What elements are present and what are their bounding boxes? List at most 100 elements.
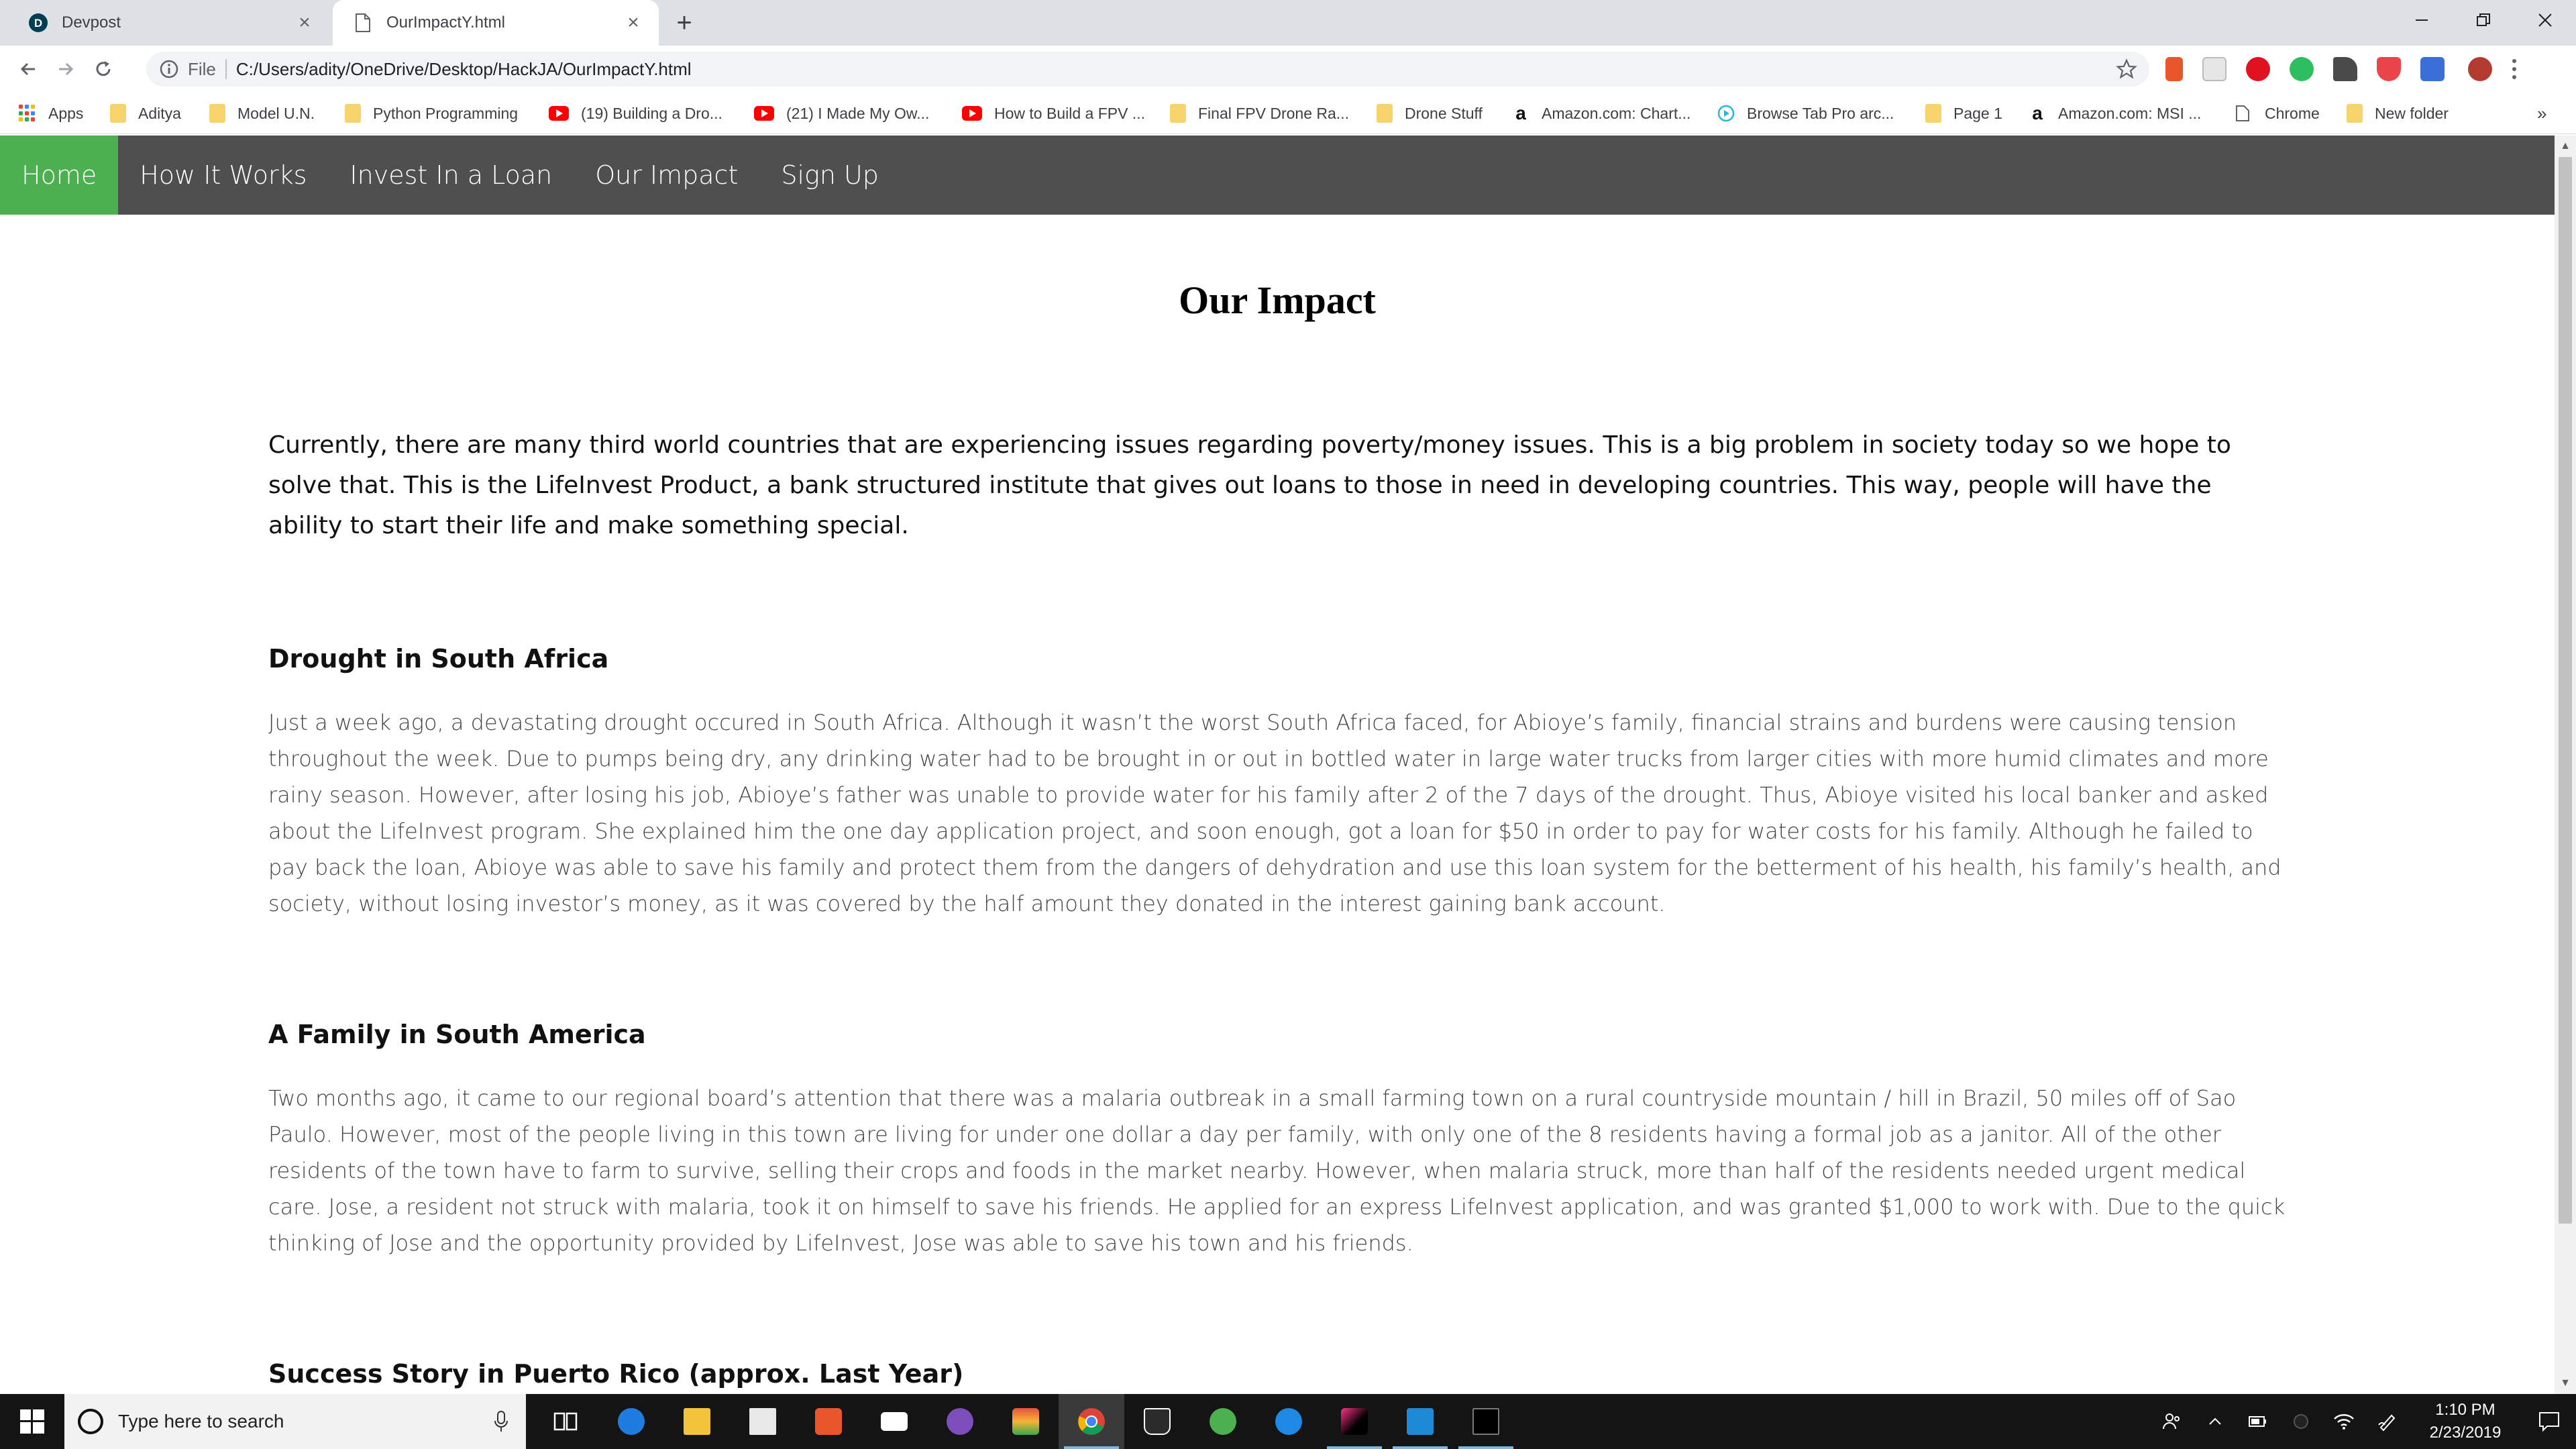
bookmark-chrome[interactable]: Chrome [2235,93,2320,134]
cortana-icon [78,1409,103,1434]
folder-icon [209,104,225,123]
system-clock[interactable]: 1:10 PM 2/23/2019 [2408,1399,2522,1444]
microphone-icon[interactable] [494,1410,508,1433]
youtube-icon [549,106,569,121]
scroll-down-icon[interactable]: ▼ [2555,1373,2576,1394]
reload-icon[interactable] [85,50,122,88]
terminal-icon[interactable] [1453,1394,1519,1449]
url-scheme: File [188,58,216,79]
edge-icon[interactable] [598,1394,664,1449]
bookmark-apps[interactable]: Apps [19,93,83,134]
window-controls [2391,0,2576,40]
wifi-icon[interactable] [2322,1394,2365,1449]
amazon-icon: a [2032,103,2043,123]
nav-how-it-works[interactable]: How It Works [118,136,328,215]
close-window-icon[interactable] [2514,0,2576,40]
shield-extension-icon[interactable] [2377,57,2401,81]
scrollbar-thumb[interactable] [2559,157,2572,1224]
nav-home[interactable]: Home [0,136,119,215]
avatar[interactable] [2468,57,2492,81]
svg-text:D: D [34,17,42,30]
browser-tab-strip: D Devpost × OurImpactY.html × + [0,0,2576,46]
office-extension-icon[interactable] [2165,57,2183,81]
close-icon[interactable]: × [620,9,647,36]
folder-icon [2347,104,2363,123]
windows-start-icon[interactable] [0,1394,64,1449]
forward-arrow-icon[interactable] [47,50,85,88]
restore-icon[interactable] [2453,0,2514,40]
taskbar-search-input[interactable]: Type here to search [64,1394,526,1449]
evernote-extension-icon[interactable] [2290,57,2314,81]
new-tab-button[interactable]: + [668,7,700,39]
page-icon [353,13,373,33]
bookmark-building-drone[interactable]: (19) Building a Dro... [549,93,722,134]
bookmark-amazon-chart[interactable]: a Amazon.com: Chart... [1512,93,1690,134]
app-tray-icon[interactable] [2279,1394,2322,1449]
bookmark-final-fpv[interactable]: Final FPV Drone Ra... [1170,93,1349,134]
bookmark-label: Apps [48,104,84,122]
tab-devpost[interactable]: D Devpost × [15,0,330,46]
notification-icon[interactable] [2522,1394,2576,1449]
page-icon [2235,105,2253,122]
bookmarks-overflow-button[interactable]: » [2537,93,2546,134]
compass-icon[interactable] [1256,1394,1322,1449]
folder-icon [1377,104,1393,123]
store-icon[interactable] [730,1394,796,1449]
taskbar-apps [533,1394,1519,1449]
task-view-icon[interactable] [533,1394,598,1449]
bookmark-label: Page 1 [1953,104,2002,122]
nav-our-impact[interactable]: Our Impact [574,136,759,215]
extension-icon[interactable] [2202,57,2226,81]
bookmark-star-icon[interactable] [2116,58,2137,80]
people-icon[interactable] [2151,1394,2194,1449]
bookmark-label: New folder [2375,104,2449,122]
jetbrains-icon[interactable] [1322,1394,1387,1449]
menu-dots-icon[interactable] [2512,57,2517,81]
clock-date: 2/23/2019 [2429,1424,2502,1442]
pen-icon[interactable] [2365,1394,2408,1449]
bookmark-made-my-own[interactable]: (21) I Made My Ow... [754,93,929,134]
epic-games-icon[interactable] [1124,1394,1190,1449]
info-icon[interactable] [158,58,180,80]
layers-icon[interactable] [993,1394,1059,1449]
chrome-icon[interactable] [1059,1394,1124,1449]
scroll-up-icon[interactable]: ▲ [2555,136,2576,157]
amazon-icon: a [1515,103,1526,123]
github-icon[interactable] [927,1394,993,1449]
opera-extension-icon[interactable] [2246,57,2270,81]
globe-icon[interactable] [1190,1394,1256,1449]
chevron-up-icon[interactable] [2194,1394,2237,1449]
youtube-icon [754,106,774,121]
apps-grid-icon [19,105,36,122]
file-explorer-icon[interactable] [664,1394,730,1449]
bookmark-amazon-msi[interactable]: a Amazon.com: MSI ... [2029,93,2201,134]
bookmark-model-un[interactable]: Model U.N. [209,93,315,134]
bookmark-python-programming[interactable]: Python Programming [345,93,518,134]
bookmark-aditya[interactable]: Aditya [110,93,181,134]
nav-invest-in-a-loan[interactable]: Invest In a Loan [328,136,574,215]
office-icon[interactable] [796,1394,861,1449]
back-arrow-icon[interactable] [9,50,47,88]
bookmark-build-fpv[interactable]: How to Build a FPV ... [962,93,1145,134]
bookmarks-bar: Apps Aditya Model U.N. Python Programmin… [0,93,2576,134]
battery-icon[interactable] [2237,1394,2279,1449]
bookmark-page-1[interactable]: Page 1 [1925,93,2002,134]
nav-sign-up[interactable]: Sign Up [759,136,900,215]
divider [225,59,227,79]
minimize-icon[interactable] [2391,0,2453,40]
bookmark-new-folder[interactable]: New folder [2347,93,2449,134]
page-viewport: Home How It Works Invest In a Loan Our I… [0,136,2555,1394]
screen-extension-icon[interactable] [2420,57,2445,81]
bookmark-browse-tab-pro[interactable]: Browse Tab Pro arc... [1717,93,1894,134]
rocket-extension-icon[interactable] [2333,57,2357,81]
address-bar[interactable]: File C:/Users/adity/OneDrive/Desktop/Hac… [146,52,2149,87]
mail-icon[interactable] [861,1394,927,1449]
vscode-icon[interactable] [1387,1394,1453,1449]
tab-title: Devpost [62,13,121,32]
tab-ourimpact[interactable]: OurImpactY.html × [333,0,659,46]
bookmark-drone-stuff[interactable]: Drone Stuff [1377,93,1483,134]
url-text[interactable]: C:/Users/adity/OneDrive/Desktop/HackJA/O… [236,59,692,80]
page-scrollbar[interactable]: ▲ ▼ [2555,136,2576,1394]
folder-icon [1925,104,1941,123]
close-icon[interactable]: × [291,9,318,36]
